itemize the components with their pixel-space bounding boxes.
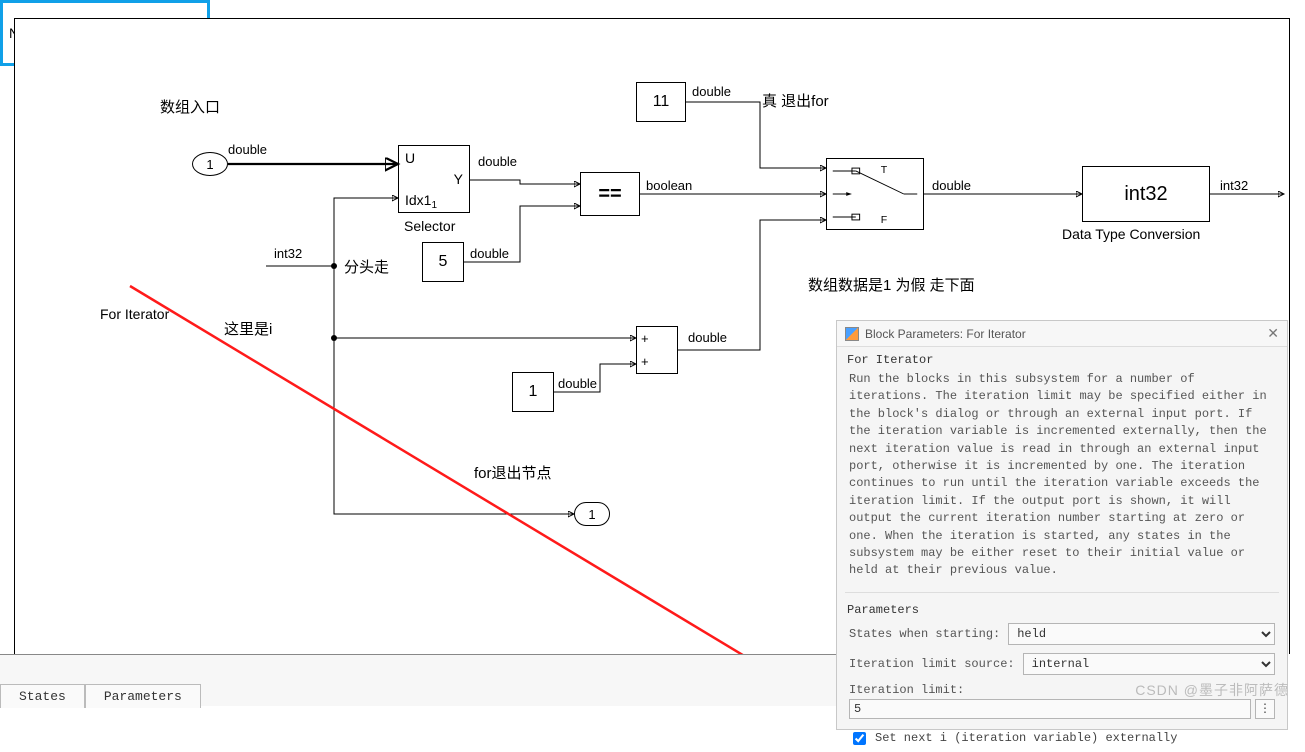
limit-src-label: Iteration limit source: [849, 657, 1015, 671]
sig-double-1: double [228, 142, 267, 157]
anno-for-exit-node: for退出节点 [474, 462, 552, 483]
sig-boolean: boolean [646, 178, 692, 193]
constant-11-block[interactable]: 11 [636, 82, 686, 122]
sig-double-5: double [558, 376, 597, 391]
dtc-block[interactable]: int32 [1082, 166, 1210, 222]
sum-plus-bot: + [641, 354, 649, 369]
set-next-i-checkbox[interactable] [853, 732, 866, 745]
sum-plus-top: + [641, 331, 649, 346]
limit-src-select[interactable]: internal [1023, 653, 1275, 675]
svg-text:T: T [881, 164, 888, 176]
dtc-text: int32 [1124, 183, 1167, 206]
selector-idx: Idx1 [405, 192, 431, 208]
dialog-params-header: Parameters [837, 597, 1287, 619]
svg-text:F: F [881, 214, 888, 226]
dialog-description: Run the blocks in this subsystem for a n… [837, 369, 1287, 588]
sig-double-3: double [470, 246, 509, 261]
switch-block[interactable]: T F [826, 158, 924, 230]
selector-y: Y [454, 171, 463, 187]
dialog-title: Block Parameters: For Iterator [865, 327, 1026, 341]
dialog-section-header: For Iterator [837, 347, 1287, 369]
anno-array-data-false: 数组数据是1 为假 走下面 [808, 274, 975, 295]
sig-int32-2: int32 [1220, 178, 1248, 193]
outport-1-label: 1 [588, 507, 595, 522]
sig-double-6: double [688, 330, 727, 345]
simulink-icon [845, 327, 859, 341]
iter-limit-input[interactable] [849, 699, 1251, 719]
close-icon[interactable]: ✕ [1267, 325, 1279, 342]
selector-block[interactable]: U Idx11 Y [398, 145, 470, 213]
iter-limit-more-button[interactable]: ⋮ [1255, 699, 1275, 719]
states-select[interactable]: held [1008, 623, 1275, 645]
watermark: CSDN @墨子非阿萨德 [1135, 680, 1289, 700]
selector-label: Selector [404, 218, 455, 234]
dialog-titlebar[interactable]: Block Parameters: For Iterator ✕ [837, 321, 1287, 347]
compare-block[interactable]: == [580, 172, 640, 216]
set-next-i-label: Set next i (iteration variable) external… [875, 731, 1177, 745]
compare-op: == [598, 183, 621, 206]
tab-states[interactable]: States [0, 684, 85, 708]
inport-1[interactable]: 1 [192, 152, 228, 176]
selector-u: U [405, 150, 415, 166]
selector-idx-sub: 1 [431, 200, 437, 211]
tab-parameters[interactable]: Parameters [85, 684, 201, 708]
sig-double-7: double [932, 178, 971, 193]
iter-limit-label: Iteration limit: [849, 683, 964, 697]
constant-5-value: 5 [439, 253, 448, 271]
sig-double-2: double [478, 154, 517, 169]
states-label: States when starting: [849, 627, 1000, 641]
constant-5-block[interactable]: 5 [422, 242, 464, 282]
constant-11-value: 11 [653, 93, 670, 111]
anno-array-entry: 数组入口 [160, 96, 220, 117]
anno-here-is-i: 这里是i [224, 318, 272, 339]
sum-block[interactable]: + + [636, 326, 678, 374]
anno-fork: 分头走 [344, 256, 389, 277]
constant-1-block[interactable]: 1 [512, 372, 554, 412]
for-iterator-label: For Iterator [100, 306, 169, 322]
inport-1-label: 1 [206, 157, 213, 172]
sig-int32-1: int32 [274, 246, 302, 261]
outport-1[interactable]: 1 [574, 502, 610, 526]
block-parameters-dialog[interactable]: Block Parameters: For Iterator ✕ For Ite… [836, 320, 1288, 730]
constant-1-value: 1 [529, 383, 538, 401]
dtc-label: Data Type Conversion [1062, 226, 1200, 242]
sig-double-4: double [692, 84, 731, 99]
anno-true-exit-for: 真 退出for [762, 90, 829, 111]
